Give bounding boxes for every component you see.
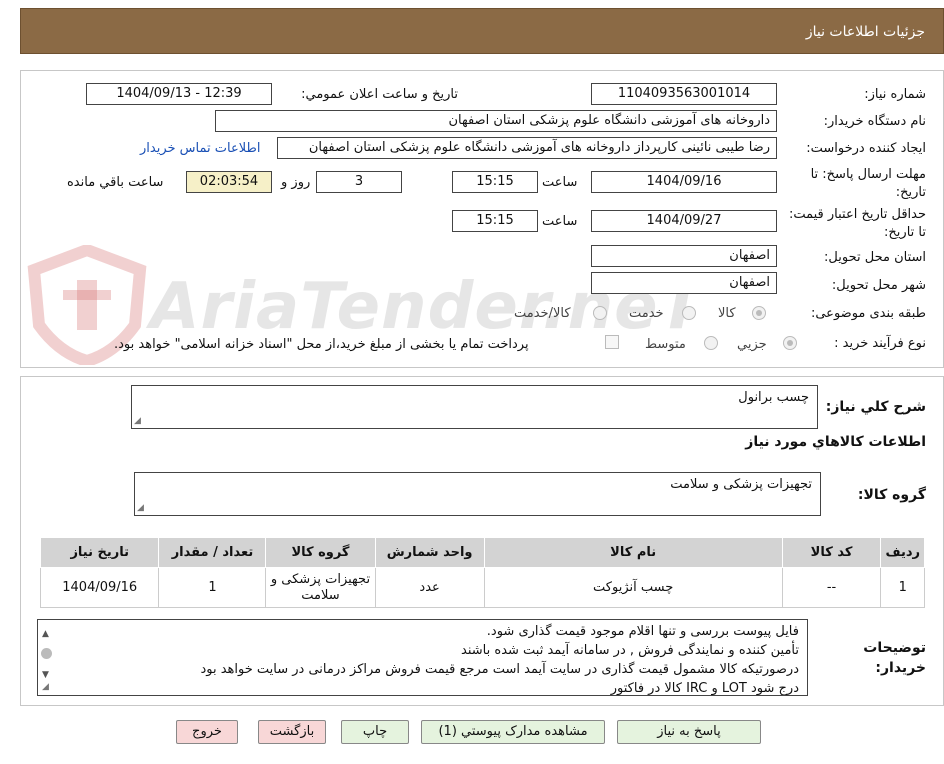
description-field: چسب برانول ◢	[131, 385, 818, 429]
buyer-org-field: داروخانه های آموزشی دانشگاه علوم پزشکی ا…	[215, 110, 777, 132]
buyer-org-label: نام دستگاه خریدار:	[823, 114, 926, 129]
scroll-up-icon[interactable]: ▲	[42, 625, 49, 644]
validity-label: حداقل تاريخ اعتبار قيمت: تا تاريخ:	[786, 206, 926, 242]
cell-unit: عدد	[374, 567, 485, 608]
page-title: جزئیات اطلاعات نیاز	[805, 24, 925, 40]
validity-time-label: ساعت	[542, 214, 578, 229]
category-goods-radio[interactable]	[752, 306, 766, 320]
view-attachments-button[interactable]: مشاهده مدارک پيوستي (1)	[421, 720, 605, 744]
validity-label-text: حداقل تاريخ اعتبار قيمت: تا تاريخ:	[788, 207, 926, 240]
category-label: طبقه بندی موضوعی:	[810, 306, 926, 321]
cell-row: 1	[880, 567, 925, 608]
remaining-time-field: 02:03:54	[186, 171, 272, 193]
resize-grip-icon[interactable]: ◢	[134, 417, 141, 426]
cell-date: 1404/09/16	[39, 567, 160, 608]
deadline-date-field: 1404/09/16	[591, 171, 777, 193]
announce-field: 1404/09/13 - 12:39	[86, 83, 272, 105]
goods-group-label: گروه کالا:	[857, 487, 926, 503]
buyer-notes-field: فایل پیوست بررسی و تنها اقلام موجود قیمت…	[37, 619, 808, 696]
table-row: 1 -- چسب آنژیوکت عدد تجهیزات پزشکی و سلا…	[39, 567, 925, 608]
remaining-time-label: ساعت باقي مانده	[67, 175, 164, 190]
goods-group-field: تجهیزات پزشکی و سلامت ◢	[134, 472, 821, 516]
col-qty: تعداد / مقدار	[158, 537, 267, 568]
col-code: کد کالا	[781, 537, 882, 568]
scroll-thumb[interactable]	[41, 648, 52, 659]
cell-group: تجهیزات پزشکی و سلامت	[265, 567, 376, 608]
purchase-medium-label: متوسط	[645, 337, 686, 352]
cell-name: چسب آنژیوکت	[483, 567, 783, 608]
col-name: نام کالا	[483, 537, 783, 568]
purchase-small-label: جزیي	[737, 337, 767, 352]
page-header: جزئیات اطلاعات نیاز	[20, 8, 944, 54]
goods-group-text: تجهیزات پزشکی و سلامت	[670, 477, 812, 492]
goods-section-title: اطلاعات کالاهاي مورد نياز	[745, 434, 926, 450]
category-service-label: خدمت	[629, 306, 664, 321]
province-label: استان محل تحویل:	[824, 250, 926, 265]
buyer-note-line: درصورتیکه کالا مشمول قیمت گذاری در سایت …	[200, 662, 799, 677]
category-goods-label: کالا	[718, 306, 736, 321]
deadline-time-field: 15:15	[452, 171, 538, 193]
treasury-note: پرداخت تمام یا بخشی از مبلغ خرید،از محل …	[114, 337, 529, 352]
need-number-label: شماره نیاز:	[864, 87, 926, 102]
resize-grip-icon[interactable]: ◢	[42, 683, 49, 692]
col-row: رديف	[880, 537, 925, 568]
print-button[interactable]: چاپ	[341, 720, 409, 744]
city-field: اصفهان	[591, 272, 777, 294]
requester-label: ایجاد کننده درخواست:	[806, 141, 926, 156]
buyer-note-line: فایل پیوست بررسی و تنها اقلام موجود قیمت…	[486, 624, 799, 639]
validity-time-field: 15:15	[452, 210, 538, 232]
purchase-small-radio[interactable]	[783, 336, 797, 350]
purchase-medium-radio[interactable]	[704, 336, 718, 350]
col-unit: واحد شمارش	[374, 537, 485, 568]
validity-date-field: 1404/09/27	[591, 210, 777, 232]
treasury-checkbox[interactable]	[605, 335, 619, 349]
city-label: شهر محل تحویل:	[831, 278, 926, 293]
deadline-days-field: 3	[316, 171, 402, 193]
col-group: گروه کالا	[265, 537, 376, 568]
exit-button[interactable]: خروج	[176, 720, 238, 744]
items-table-header: رديف کد کالا نام کالا واحد شمارش گروه کا…	[39, 537, 925, 568]
back-button[interactable]: بازگشت	[258, 720, 326, 744]
items-table: رديف کد کالا نام کالا واحد شمارش گروه کا…	[39, 537, 925, 608]
deadline-time-label: ساعت	[542, 175, 578, 190]
buyer-notes-label-text: توضيحات خريدار:	[863, 640, 926, 676]
reply-button[interactable]: پاسخ به نياز	[617, 720, 761, 744]
description-text: چسب برانول	[738, 390, 809, 405]
description-label: شرح کلي نياز:	[825, 399, 926, 415]
buyer-note-line: تأمین کننده و نمایندگی فروش , در سامانه …	[461, 643, 799, 658]
requester-field: رضا طیبی نائینی کارپرداز داروخانه های آم…	[277, 137, 777, 159]
buyer-contact-link[interactable]: اطلاعات تماس خریدار	[140, 141, 260, 156]
buyer-notes-label: توضيحات خريدار:	[856, 638, 926, 678]
announce-label: تاریخ و ساعت اعلان عمومي:	[301, 87, 458, 102]
resize-grip-icon[interactable]: ◢	[137, 504, 144, 513]
deadline-label: مهلت ارسال پاسخ: تا تاریخ:	[786, 166, 926, 202]
cell-code: --	[781, 567, 882, 608]
category-goods-service-radio[interactable]	[593, 306, 607, 320]
buyer-note-line: درج شود LOT و IRC کالا در فاکتور	[610, 681, 799, 696]
province-field: اصفهان	[591, 245, 777, 267]
deadline-days-label: روز و	[281, 175, 311, 190]
category-goods-service-label: کالا/خدمت	[514, 306, 571, 321]
category-service-radio[interactable]	[682, 306, 696, 320]
cell-qty: 1	[158, 567, 267, 608]
col-date: تاريخ نياز	[39, 537, 160, 568]
need-number-field: 1104093563001014	[591, 83, 777, 105]
purchase-type-label: نوع فرآیند خرید :	[834, 336, 926, 351]
deadline-label-text: مهلت ارسال پاسخ: تا تاریخ:	[810, 167, 926, 200]
